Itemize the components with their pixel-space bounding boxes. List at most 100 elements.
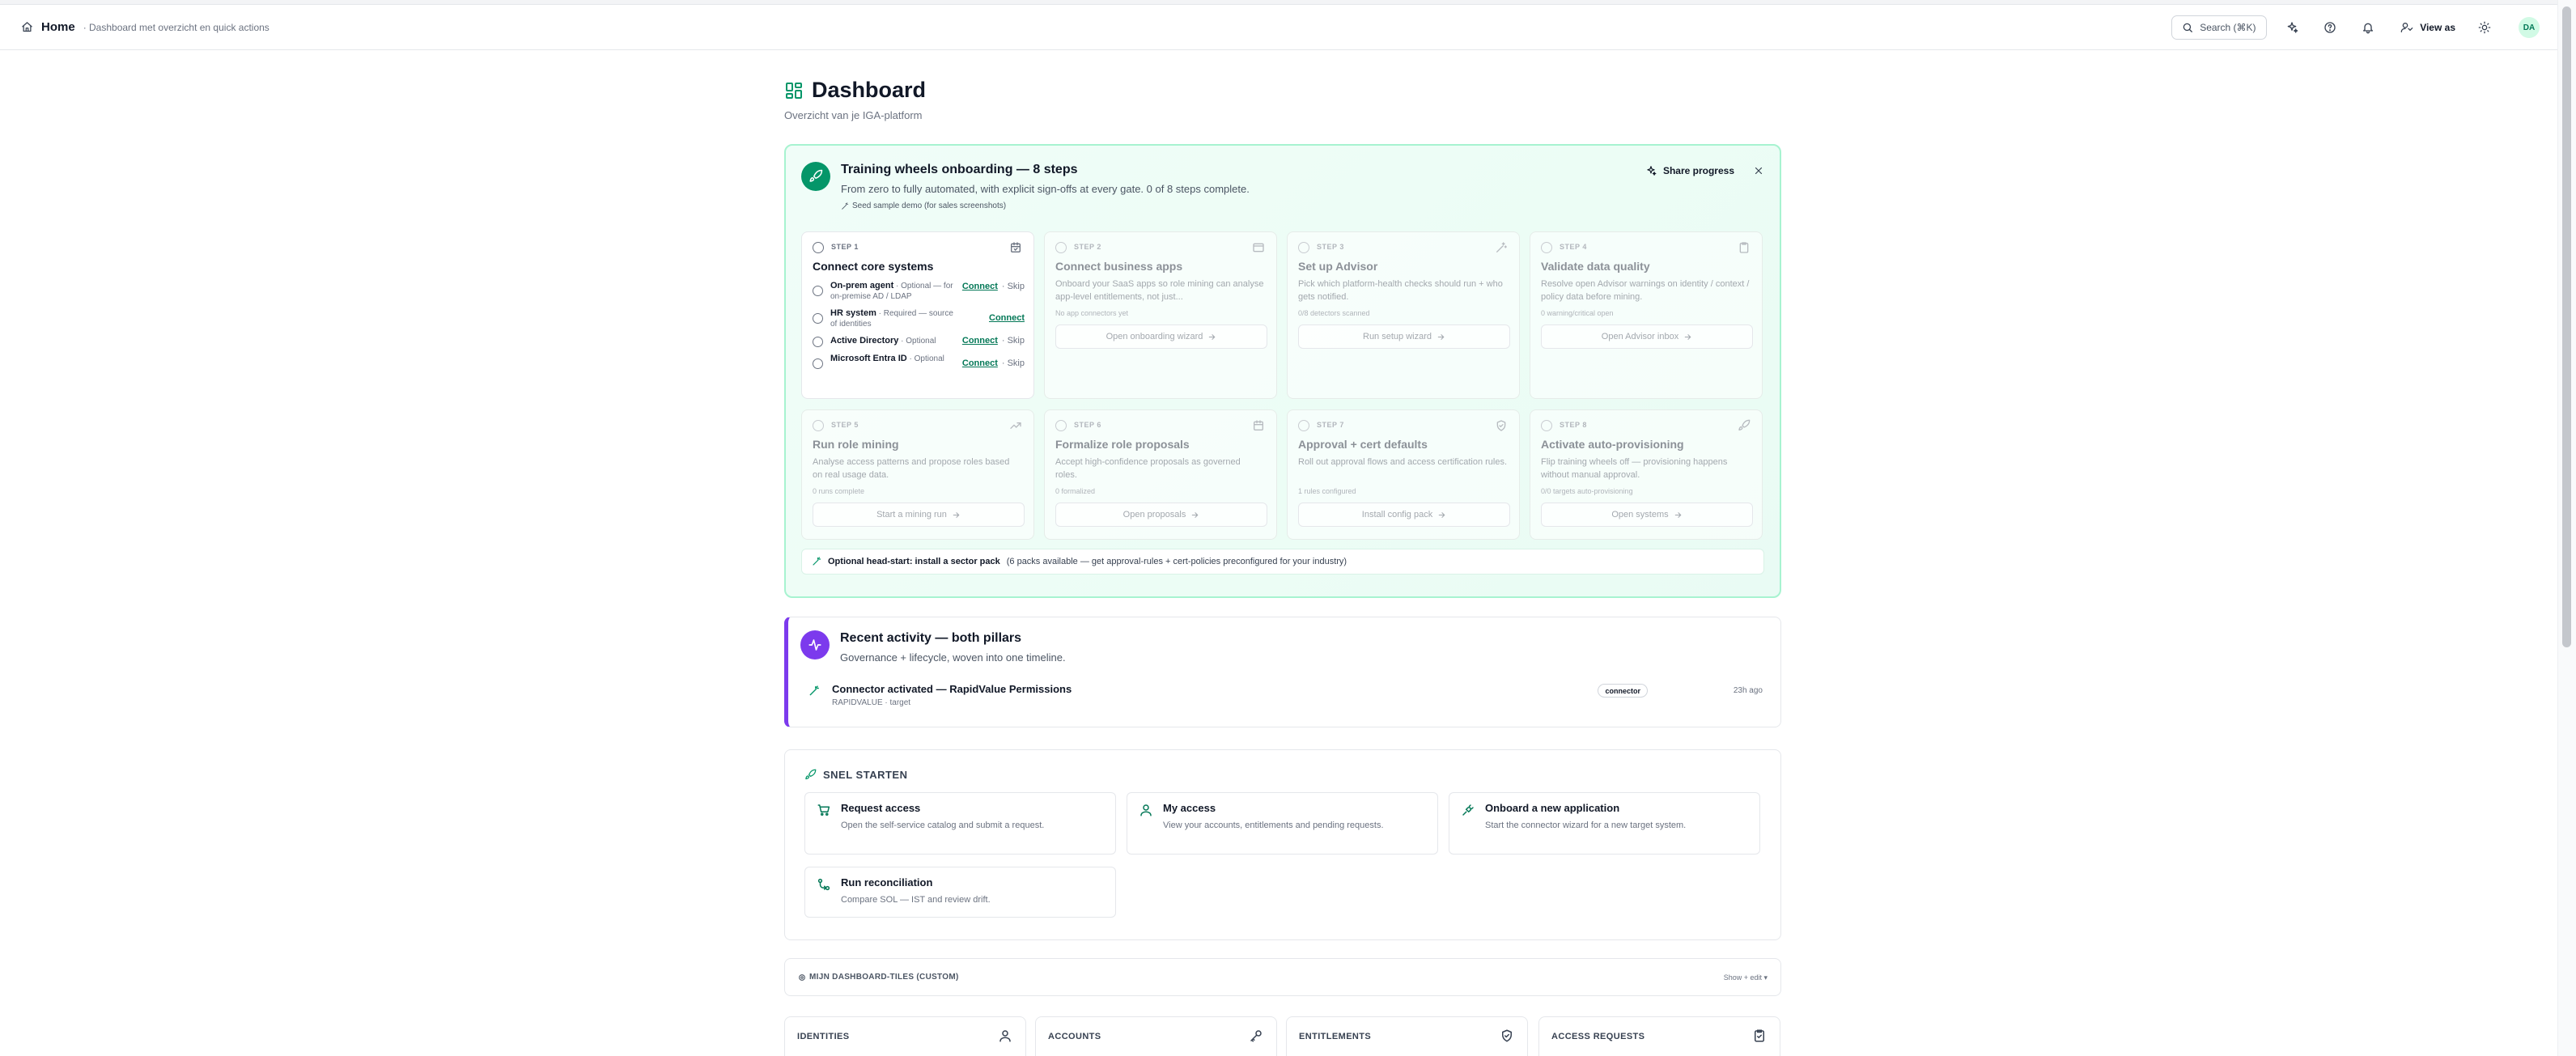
step-status-circle [813,242,824,253]
step-card-8: STEP 8 Activate auto-provisioning Flip t… [1530,409,1763,540]
connect-link[interactable]: Connect [962,336,998,346]
breadcrumb-home[interactable]: Home [41,20,75,34]
card-title: Run reconciliation [841,876,933,888]
step-status-circle [1055,420,1067,431]
close-onboarding-button[interactable] [1752,164,1765,177]
source-item-entra-id: Microsoft Entra ID · Optional Connect · … [813,354,1025,369]
connect-link[interactable]: Connect [962,358,998,368]
sector-wand-icon [812,557,821,566]
step-status-circle [813,420,824,431]
run-reconciliation-card[interactable]: Run reconciliation Compare SOL — IST and… [804,867,1116,918]
search-button[interactable]: Search (⌘K) [2171,15,2268,40]
step-status-circle [1055,242,1067,253]
source-status-radio[interactable] [813,286,823,296]
calendar-check-icon [1252,419,1265,432]
step-status: 0/8 detectors scanned [1298,309,1370,317]
breadcrumb: Home · Dashboard met overzicht en quick … [21,20,269,34]
custom-tiles-title: MIJN DASHBOARD-TILES (CUSTOM) [809,973,959,982]
top-bar: Home · Dashboard met overzicht en quick … [0,5,2557,50]
start-mining-run-button[interactable]: Start a mining run [813,503,1025,527]
connector-plug-icon [808,685,820,697]
open-proposals-button[interactable]: Open proposals [1055,503,1267,527]
custom-tiles-label: MIJN DASHBOARD-TILES (CUSTOM) [798,973,959,982]
arrow-right-icon [1674,511,1683,520]
activity-icon [800,630,830,659]
avatar[interactable]: DA [2519,17,2540,38]
tile-label: ACCOUNTS [1048,1032,1101,1041]
run-setup-wizard-button[interactable]: Run setup wizard [1298,324,1510,349]
source-item-onprem-agent: On-prem agent · Optional — for on-premis… [813,281,1025,302]
step-card-3: STEP 3 Set up Advisor Pick which platfor… [1287,231,1520,399]
my-access-card[interactable]: My access View your accounts, entitlemen… [1127,792,1438,855]
tile-entitlements[interactable]: ENTITLEMENTS [1286,1016,1528,1056]
page-scrollbar[interactable] [2557,0,2576,1056]
sector-pack-banner[interactable]: Optional head-start: install a sector pa… [801,549,1764,575]
tile-label: ENTITLEMENTS [1299,1032,1372,1041]
step-status: No app connectors yet [1055,309,1129,317]
skip-link[interactable]: · Skip [1002,358,1025,368]
install-config-pack-button[interactable]: Install config pack [1298,503,1510,527]
card-description: Compare SOL — IST and review drift. [841,895,991,905]
activity-item-title[interactable]: Connector activated — RapidValue Permiss… [832,683,1072,695]
view-as-button[interactable]: View as [2400,21,2455,34]
tile-access-requests[interactable]: ACCESS REQUESTS [1538,1016,1780,1056]
quick-start-panel: SNEL STARTEN Request access Open the sel… [784,749,1781,940]
arrow-right-icon [952,511,961,520]
seed-demo-link[interactable]: Seed sample demo (for sales screenshots) [841,201,1006,210]
activity-type-badge: connector [1598,684,1648,698]
source-status-radio[interactable] [813,313,823,324]
shield-check-icon [1495,419,1508,432]
show-edit-toggle[interactable]: Show + edit ▾ [1724,973,1768,982]
trending-up-icon [1009,419,1022,432]
bell-icon [2362,21,2374,34]
step-title: Set up Advisor [1298,260,1378,273]
breadcrumb-description: · Dashboard met overzicht en quick actio… [83,21,269,33]
notifications-button[interactable] [2355,15,2381,40]
step-number: STEP 5 [831,421,859,429]
wand-icon [841,201,849,210]
plug-icon [1461,803,1475,817]
arrow-right-icon [1437,333,1445,341]
scrollbar-thumb[interactable] [2562,6,2571,647]
tile-accounts[interactable]: ACCOUNTS [1035,1016,1277,1056]
step-status: 0 formalized [1055,487,1096,495]
open-advisor-inbox-button[interactable]: Open Advisor inbox [1541,324,1753,349]
step-title: Run role mining [813,438,899,451]
skip-link[interactable]: · Skip [1002,282,1025,291]
skip-link[interactable]: · Skip [1002,336,1025,346]
page-header: Dashboard [784,78,926,103]
share-progress-button[interactable]: Share progress [1645,165,1734,176]
request-access-card[interactable]: Request access Open the self-service cat… [804,792,1116,855]
step-title: Validate data quality [1541,260,1650,273]
step-number: STEP 6 [1074,421,1101,429]
step-status-circle [1541,242,1552,253]
open-systems-button[interactable]: Open systems [1541,503,1753,527]
user-icon [998,1028,1012,1043]
activity-item-subtitle: RAPIDVALUE · target [832,698,911,707]
help-button[interactable] [2317,15,2343,40]
cart-icon [817,803,831,817]
button-label: Open proposals [1122,510,1186,520]
connect-link[interactable]: Connect [989,313,1025,323]
step-card-4: STEP 4 Validate data quality Resolve ope… [1530,231,1763,399]
home-icon[interactable] [21,21,33,33]
step-description: Pick which platform-health checks should… [1298,279,1503,302]
source-status-radio[interactable] [813,337,823,347]
source-status-radio[interactable] [813,358,823,369]
step-description: Analyse access patterns and propose role… [813,457,1010,480]
source-name: Microsoft Entra ID [830,354,907,363]
step-title: Approval + cert defaults [1298,438,1428,451]
step-description: Flip training wheels off — provisioning … [1541,457,1728,480]
theme-toggle-button[interactable] [2472,15,2497,40]
calendar-icon [1009,241,1022,254]
step-number: STEP 3 [1317,243,1344,251]
onboard-application-card[interactable]: Onboard a new application Start the conn… [1449,792,1760,855]
sparkle-button[interactable] [2279,15,2305,40]
git-compare-icon [817,877,831,892]
tile-identities[interactable]: IDENTITIES [784,1016,1026,1056]
tile-label: IDENTITIES [797,1032,850,1041]
connect-link[interactable]: Connect [962,282,998,291]
open-onboarding-wizard-button[interactable]: Open onboarding wizard [1055,324,1267,349]
clipboard-icon [1738,241,1751,254]
step-title: Connect core systems [813,260,934,273]
